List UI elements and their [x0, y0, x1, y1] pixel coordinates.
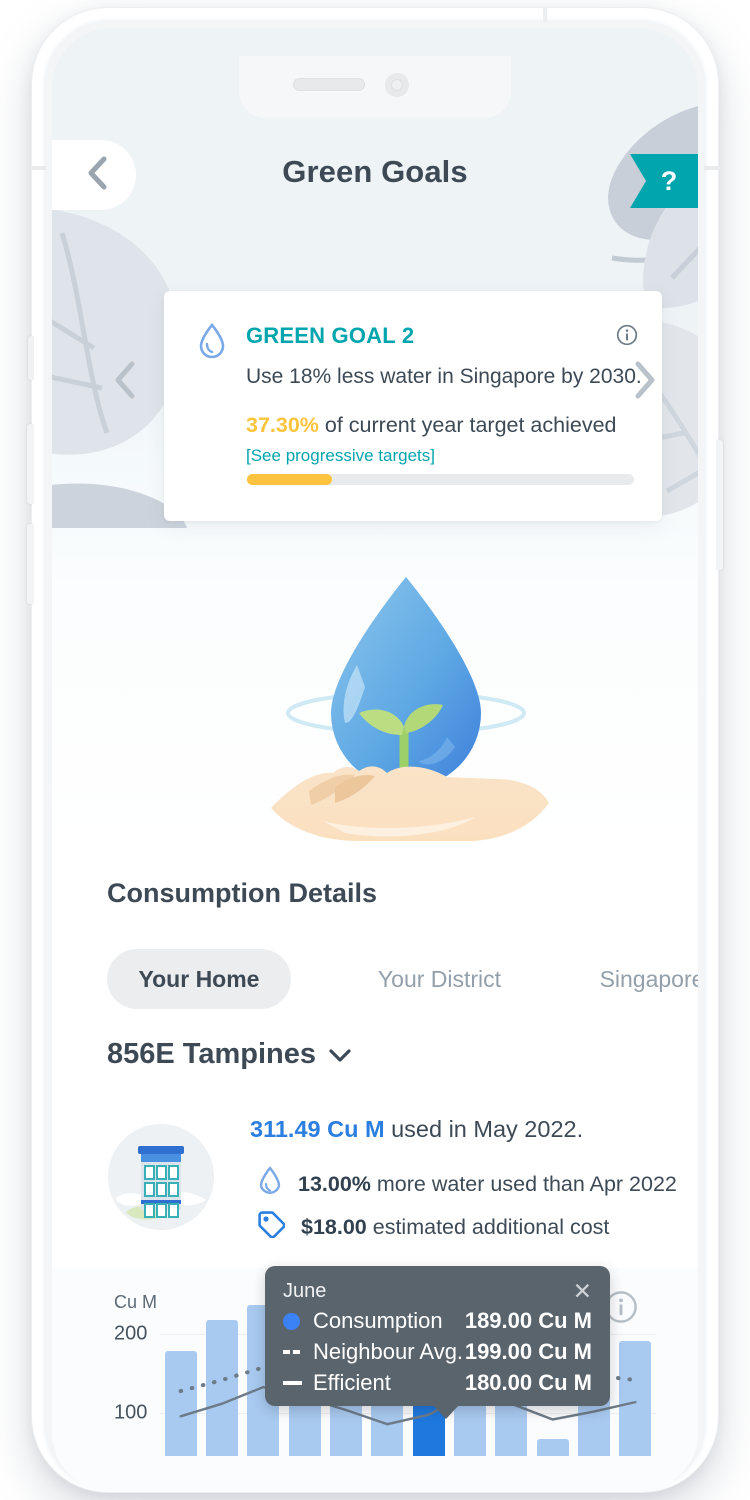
consumption-scope-tabs: Your Home Your District Singapore	[107, 949, 698, 1009]
usage-cost-text: $18.00 estimated additional cost	[301, 1215, 609, 1240]
tooltip-series-name: Neighbour Avg.	[313, 1339, 464, 1364]
usage-amount-line: 311.49 Cu M used in May 2022.	[250, 1116, 583, 1143]
page-title: Green Goals	[282, 154, 468, 189]
usage-amount-value: 311.49 Cu M	[250, 1116, 385, 1142]
tooltip-series-value: 180.00 Cu M	[464, 1370, 592, 1395]
carousel-next-button[interactable]	[630, 358, 660, 402]
front-camera	[385, 73, 409, 97]
green-goal-card[interactable]: GREEN GOAL 2 Use 18% less water in Singa…	[164, 291, 662, 521]
help-question-label: ?	[660, 165, 678, 196]
tooltip-series-name: Consumption	[313, 1308, 443, 1333]
price-tag-icon	[258, 1211, 286, 1244]
goal-achievement-value: 37.30%	[246, 413, 319, 437]
tab-your-district[interactable]: Your District	[347, 949, 532, 1009]
usage-comparison-row: 13.00% more water used than Apr 2022	[258, 1166, 677, 1203]
tooltip-header: June ✕	[283, 1280, 592, 1303]
see-progressive-targets-link[interactable]: [See progressive targets]	[246, 446, 435, 466]
tooltip-series-name: Efficient	[313, 1370, 391, 1395]
chevron-left-icon	[115, 361, 135, 399]
water-drop-icon	[198, 322, 226, 364]
chevron-right-icon	[635, 361, 655, 399]
app-header: Green Goals ?	[52, 140, 698, 230]
phone-volume-up-button[interactable]	[27, 424, 34, 504]
tooltip-row-neighbour-avg: Neighbour Avg. 199.00 Cu M	[283, 1339, 592, 1365]
carousel-prev-button[interactable]	[110, 358, 140, 402]
tooltip-series-value: 199.00 Cu M	[464, 1339, 592, 1364]
phone-antenna-line-top	[543, 8, 547, 22]
legend-dot-icon	[283, 1312, 313, 1330]
usage-cost-suffix: estimated additional cost	[366, 1215, 610, 1239]
usage-cost-row: $18.00 estimated additional cost	[258, 1211, 609, 1244]
phone-volume-down-button[interactable]	[27, 524, 34, 604]
premise-selector[interactable]: 856E Tampines	[107, 1038, 352, 1071]
legend-dashed-line-icon	[283, 1350, 313, 1354]
phone-antenna-line-left	[32, 166, 46, 170]
legend-solid-line-icon	[283, 1381, 313, 1385]
chart-unit-label: Cu M	[114, 1292, 158, 1312]
chevron-down-icon	[328, 1038, 352, 1071]
tooltip-month-label: June	[283, 1280, 327, 1302]
tab-your-home[interactable]: Your Home	[107, 949, 291, 1009]
goal-description: Use 18% less water in Singapore by 2030.	[246, 365, 642, 388]
consumption-details-title: Consumption Details	[107, 878, 378, 908]
tooltip-row-consumption: Consumption 189.00 Cu M	[283, 1308, 592, 1334]
goal-achievement-text: 37.30% of current year target achieved	[246, 413, 617, 438]
chart-tooltip[interactable]: June ✕ Consumption 189.00 Cu M Neighbour…	[265, 1266, 610, 1419]
chart-y-axis-label: 100	[114, 1401, 148, 1424]
goal-progress-fill	[247, 474, 333, 485]
apartment-building-icon	[108, 1124, 214, 1230]
usage-comparison-value: 13.00%	[298, 1172, 371, 1196]
phone-mute-switch[interactable]	[28, 336, 34, 380]
tooltip-series-value: 189.00 Cu M	[464, 1308, 592, 1333]
goal-progress-track	[247, 474, 634, 485]
goal-achievement-suffix: of current year target achieved	[318, 413, 617, 437]
water-drop-icon	[258, 1166, 282, 1203]
usage-comparison-text: 13.00% more water used than Apr 2022	[298, 1172, 677, 1197]
usage-comparison-suffix: more water used than Apr 2022	[370, 1172, 677, 1196]
chart-y-axis-label: 200	[114, 1322, 148, 1345]
goal-info-icon[interactable]	[616, 324, 638, 351]
tooltip-row-efficient: Efficient 180.00 Cu M	[283, 1370, 592, 1396]
premise-label: 856E Tampines	[107, 1038, 317, 1070]
hand-holding-water-drop-sprout-illustration	[249, 555, 564, 855]
phone-power-button[interactable]	[716, 440, 723, 570]
close-icon[interactable]: ✕	[573, 1280, 592, 1303]
earpiece-speaker	[293, 78, 365, 91]
tab-singapore[interactable]: Singapore	[567, 949, 698, 1009]
phone-antenna-line-right	[704, 166, 718, 170]
phone-screen: Green Goals ? GREEN GOAL 2 Use 18% less …	[52, 28, 698, 1492]
screenshot-root: Green Goals ? GREEN GOAL 2 Use 18% less …	[0, 0, 750, 1500]
usage-cost-value: $18.00	[301, 1215, 367, 1239]
usage-amount-suffix: used in May 2022.	[384, 1116, 584, 1142]
phone-notch	[239, 56, 511, 118]
goal-title: GREEN GOAL 2	[246, 323, 415, 348]
